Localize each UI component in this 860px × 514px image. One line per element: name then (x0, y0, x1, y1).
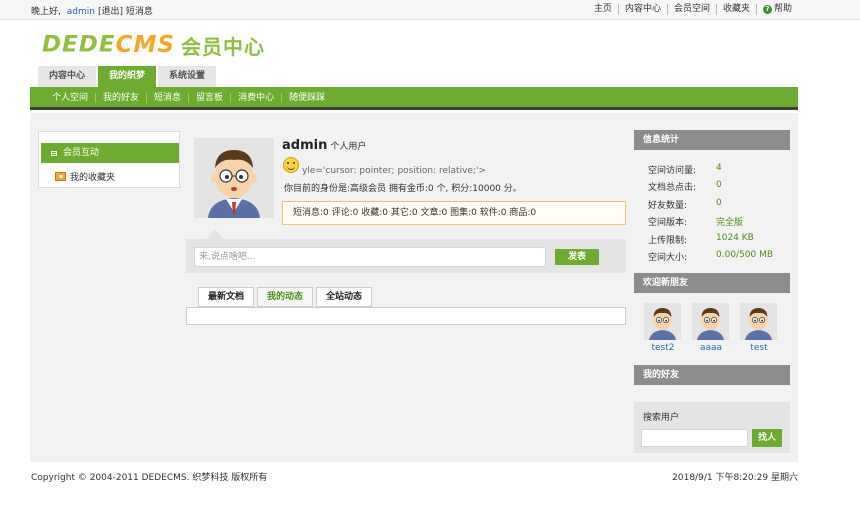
profile-name: admin (282, 138, 328, 153)
info-key: 空间访问量: (648, 166, 697, 176)
info-key: 好友数量: (648, 201, 688, 211)
sidebar-section-label: 会员互动 (63, 148, 100, 158)
friend-avatar (644, 303, 681, 340)
tab-latest-docs[interactable]: 最新文档 (198, 287, 255, 307)
find-user-button[interactable]: 找人 (752, 429, 782, 447)
friend-avatar (692, 303, 729, 340)
logo-part-dede: DEDE (42, 32, 116, 58)
subnav-my-friends[interactable]: 我的好友 (95, 93, 146, 103)
feed-panel (186, 307, 626, 325)
footer-copyright: Copyright © 2004-2011 DEDECMS. 织梦科技 版权所有 (31, 473, 268, 483)
main-content: 会员互动 我的收藏夹 admin 个人用户 yle='cursor: point… (30, 113, 798, 462)
top-links: 主页 内容中心 会员空间 收藏夹 ? 帮助 (588, 4, 792, 15)
top-bar: 晚上好, admin [退出] 短消息 主页 内容中心 会员空间 收藏夹 ? 帮助 (0, 0, 860, 20)
top-link-home[interactable]: 主页 (588, 4, 618, 15)
identity-text: 你目前的身份是:高级会员 拥有金币:0 个, 积分:10000 分。 (284, 184, 522, 194)
avatar-illustration-icon (697, 308, 724, 340)
friend-card-test2[interactable]: test2 (644, 303, 682, 353)
tab-my-dedecms[interactable]: 我的织梦 (98, 66, 157, 87)
stray-markup-text: yle='cursor: pointer; position: relative… (302, 166, 486, 176)
help-label: 帮助 (773, 4, 792, 14)
sidebar-section-interaction[interactable]: 会员互动 (41, 143, 179, 163)
main-tabs: 内容中心 我的织梦 系统设置 (38, 66, 218, 87)
info-stats-list: 空间访问量: 4 文档总点击: 0 好友数量: 0 空间版本: 完全版 上传限制: 102… (634, 153, 790, 267)
search-label: 搜索用户 (643, 413, 680, 423)
info-key: 文档总点击: (648, 183, 697, 193)
subnav-consumption-center[interactable]: 消费中心 (230, 93, 281, 103)
info-value: 0 (716, 198, 722, 208)
folder-icon (55, 172, 66, 181)
smiley-icon[interactable] (283, 157, 299, 173)
my-friends-header: 我的好友 (634, 365, 790, 385)
help-icon: ? (762, 5, 772, 14)
site-logo[interactable]: DEDE CMS 会员中心 (42, 32, 265, 59)
post-box: 来,说点啥吧... 发表 (186, 239, 626, 273)
tab-system-settings[interactable]: 系统设置 (158, 66, 217, 87)
sidebar-item-label: 我的收藏夹 (70, 173, 116, 183)
info-row: 上传限制: 1024 KB (648, 233, 754, 246)
greeting-text: 晚上好, (31, 7, 61, 17)
info-stats-header: 信息统计 (634, 130, 790, 150)
sidebar: 会员互动 我的收藏夹 (38, 131, 180, 188)
subnav-guestbook[interactable]: 留言板 (188, 93, 230, 103)
info-value: 1024 KB (716, 233, 754, 243)
new-friends-header: 欢迎新朋友 (634, 273, 790, 293)
info-key: 空间版本: (648, 218, 688, 228)
tab-site-activity[interactable]: 全站动态 (316, 287, 373, 307)
friend-card-test[interactable]: test (740, 303, 778, 353)
friend-card-aaaa[interactable]: aaaa (692, 303, 730, 353)
info-key: 空间大小: (648, 253, 688, 263)
messages-link[interactable]: 短消息 (126, 7, 153, 17)
info-value: 4 (716, 163, 722, 173)
post-input[interactable]: 来,说点啥吧... (194, 247, 546, 267)
info-row: 文档总点击: 0 (648, 180, 722, 193)
collapse-icon (51, 151, 57, 156)
subnav-personal-space[interactable]: 个人空间 (44, 93, 95, 103)
user-stats-bar: 短消息:0 评论:0 收藏:0 其它:0 文章:0 图集:0 软件:0 商品:0 (282, 201, 626, 225)
user-search-box: 搜索用户 找人 (634, 402, 790, 453)
subnav-random-visit[interactable]: 随便踩踩 (281, 93, 332, 103)
feed-tabs: 最新文档 我的动态 全站动态 (198, 287, 375, 307)
avatar-illustration-icon (649, 308, 676, 340)
post-pointer-arrow (206, 229, 224, 239)
avatar-illustration-icon (194, 138, 274, 218)
logo-suffix: 会员中心 (180, 34, 265, 59)
info-value: 完全版 (716, 218, 744, 228)
info-row: 好友数量: 0 (648, 198, 722, 211)
avatar-illustration-icon (745, 308, 772, 340)
info-row: 空间访问量: 4 (648, 163, 722, 176)
friend-name[interactable]: aaaa (692, 343, 730, 353)
greeting-area: 晚上好, admin [退出] 短消息 (31, 4, 153, 17)
info-key: 上传限制: (648, 236, 688, 246)
logout-link[interactable]: [退出] (98, 7, 123, 17)
tab-my-activity[interactable]: 我的动态 (257, 287, 314, 307)
info-row: 空间版本: 完全版 (648, 215, 743, 228)
top-link-content-center[interactable]: 内容中心 (617, 4, 667, 15)
friend-name[interactable]: test2 (644, 343, 682, 353)
sidebar-item-favorites[interactable]: 我的收藏夹 (55, 170, 115, 183)
help-link[interactable]: ? 帮助 (755, 4, 792, 15)
friend-name[interactable]: test (740, 343, 778, 353)
logo-part-cms: CMS (115, 32, 175, 58)
info-value: 0.00/500 MB (716, 250, 774, 260)
top-link-favorites[interactable]: 收藏夹 (715, 4, 756, 15)
profile-heading: admin 个人用户 (282, 138, 366, 153)
top-link-member-space[interactable]: 会员空间 (666, 4, 716, 15)
info-value: 0 (716, 180, 722, 190)
profile-type: 个人用户 (330, 142, 367, 152)
post-submit-button[interactable]: 发表 (555, 249, 599, 265)
user-search-input[interactable] (641, 429, 748, 447)
subnav-messages[interactable]: 短消息 (146, 93, 188, 103)
info-row: 空间大小: 0.00/500 MB (648, 250, 773, 263)
friend-avatar (740, 303, 777, 340)
footer-datetime: 2018/9/1 下午8:20:29 星期六 (672, 473, 798, 483)
user-avatar[interactable] (194, 138, 274, 218)
tab-content-center[interactable]: 内容中心 (38, 66, 97, 87)
sub-nav-bar: 个人空间 我的好友 短消息 留言板 消费中心 随便踩踩 (30, 87, 798, 110)
username-link[interactable]: admin (67, 7, 95, 17)
